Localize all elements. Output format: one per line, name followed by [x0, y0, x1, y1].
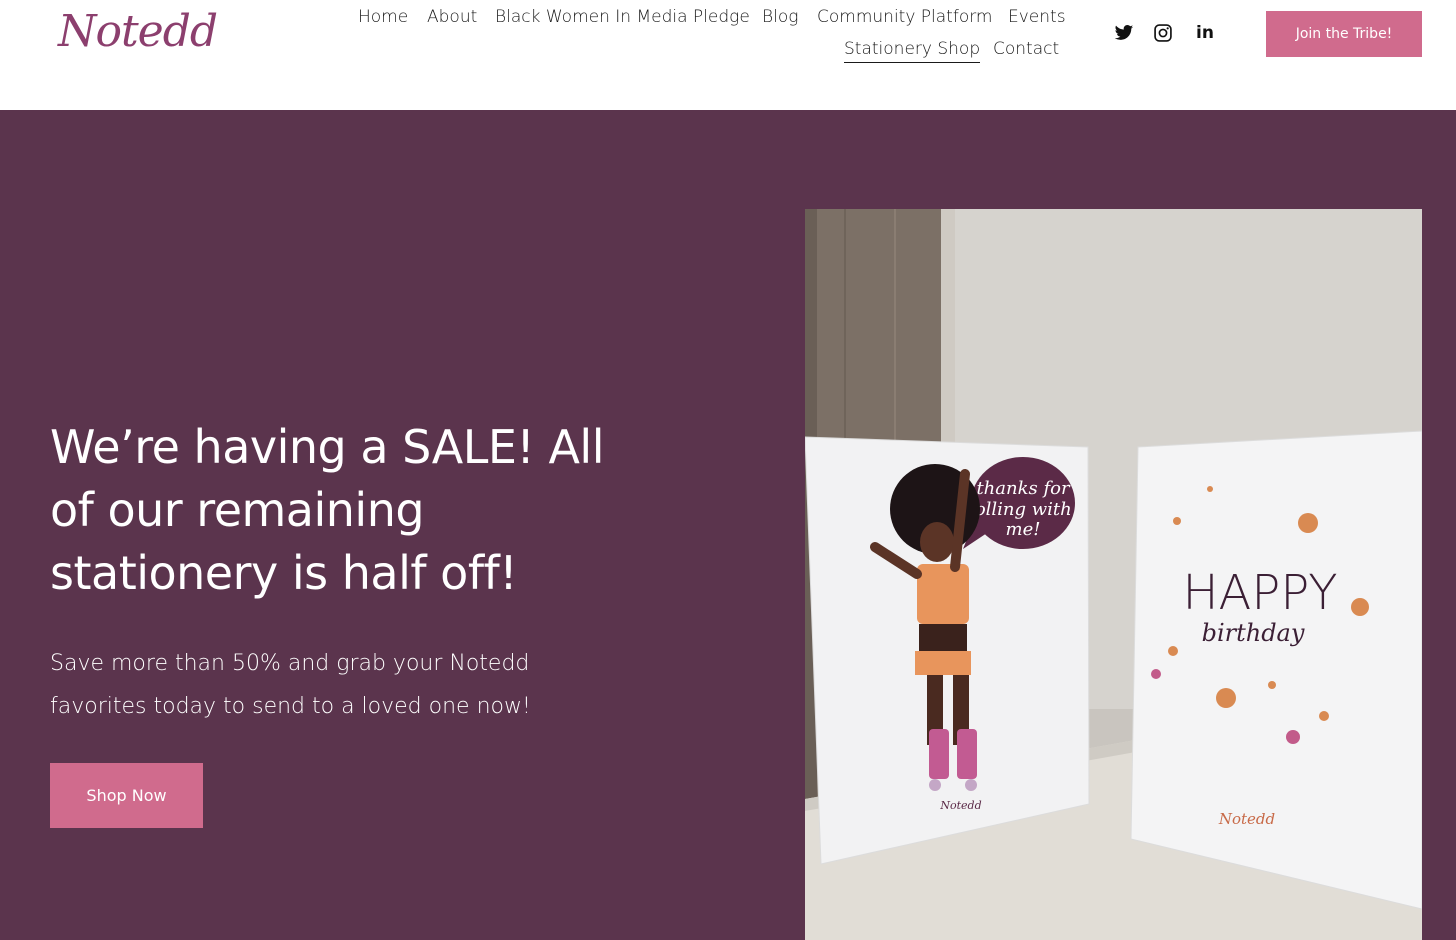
- twitter-icon[interactable]: [1113, 22, 1135, 44]
- greeting-cards-photo: thanks for rolling with me! Notedd HAPPY…: [805, 209, 1422, 940]
- card-subtitle: birthday: [1202, 619, 1305, 647]
- card-left: thanks for rolling with me! Notedd: [805, 436, 1090, 865]
- linkedin-icon[interactable]: in: [1194, 22, 1216, 44]
- bubble-line-2: rolling with: [966, 499, 1072, 520]
- nav-about[interactable]: About: [427, 6, 477, 28]
- greeting-cards-illustration: thanks for rolling with me! Notedd HAPPY…: [805, 209, 1422, 940]
- hero-section: We’re having a SALE! All of our remainin…: [0, 110, 1456, 940]
- join-the-tribe-button[interactable]: Join the Tribe!: [1266, 11, 1422, 57]
- nav-home[interactable]: Home: [358, 6, 408, 28]
- nav-blog[interactable]: Blog: [762, 6, 798, 28]
- card-title: HAPPY: [1182, 565, 1337, 621]
- hero-headline: We’re having a SALE! All of our remainin…: [50, 420, 604, 600]
- hero-subtext: Save more than 50% and grab your Notedd …: [50, 651, 531, 719]
- instagram-icon[interactable]: [1152, 22, 1174, 44]
- nav-black-women-in-media-pledge[interactable]: Black Women In Media Pledge: [495, 6, 750, 28]
- shop-now-button[interactable]: Shop Now: [50, 763, 203, 828]
- nav-stationery-shop[interactable]: Stationery Shop: [844, 38, 981, 63]
- card-right: HAPPY birthday Notedd: [1130, 430, 1422, 910]
- bubble-line-1: thanks for: [976, 478, 1071, 499]
- card-left-logo: Notedd: [939, 799, 981, 812]
- nav-community-platform[interactable]: Community Platform: [817, 6, 993, 28]
- site-header: Notedd Home About Black Women In Media P…: [0, 0, 1456, 110]
- nav-contact[interactable]: Contact: [993, 38, 1059, 60]
- card-right-logo: Notedd: [1218, 810, 1275, 828]
- nav-events[interactable]: Events: [1008, 6, 1066, 28]
- bubble-line-3: me!: [1006, 519, 1041, 540]
- logo[interactable]: Notedd: [58, 6, 218, 57]
